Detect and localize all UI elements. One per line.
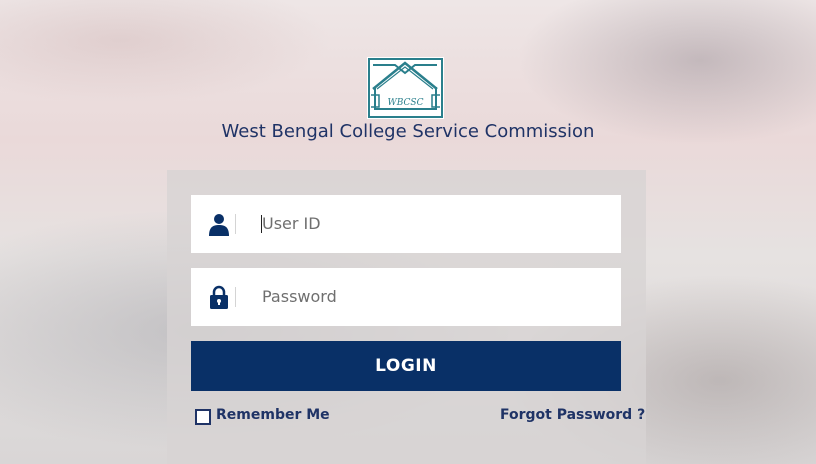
wbcsc-logo: WBCSC xyxy=(367,57,444,119)
user-icon xyxy=(207,212,231,236)
remember-me-checkbox[interactable] xyxy=(195,409,211,425)
lock-icon xyxy=(207,285,231,309)
user-id-field[interactable]: User ID xyxy=(191,195,621,253)
field-separator xyxy=(235,287,236,307)
password-field[interactable]: Password xyxy=(191,268,621,326)
page-title: West Bengal College Service Commission xyxy=(221,121,595,142)
wbcsc-logo-icon: WBCSC xyxy=(368,58,443,118)
user-id-input[interactable]: User ID xyxy=(262,195,321,253)
logo-text: WBCSC xyxy=(388,98,424,108)
password-input[interactable]: Password xyxy=(262,268,337,326)
login-button[interactable]: LOGIN xyxy=(191,341,621,391)
forgot-password-link[interactable]: Forgot Password ? xyxy=(500,407,645,423)
remember-me-label[interactable]: Remember Me xyxy=(216,407,330,423)
field-separator xyxy=(235,214,236,234)
